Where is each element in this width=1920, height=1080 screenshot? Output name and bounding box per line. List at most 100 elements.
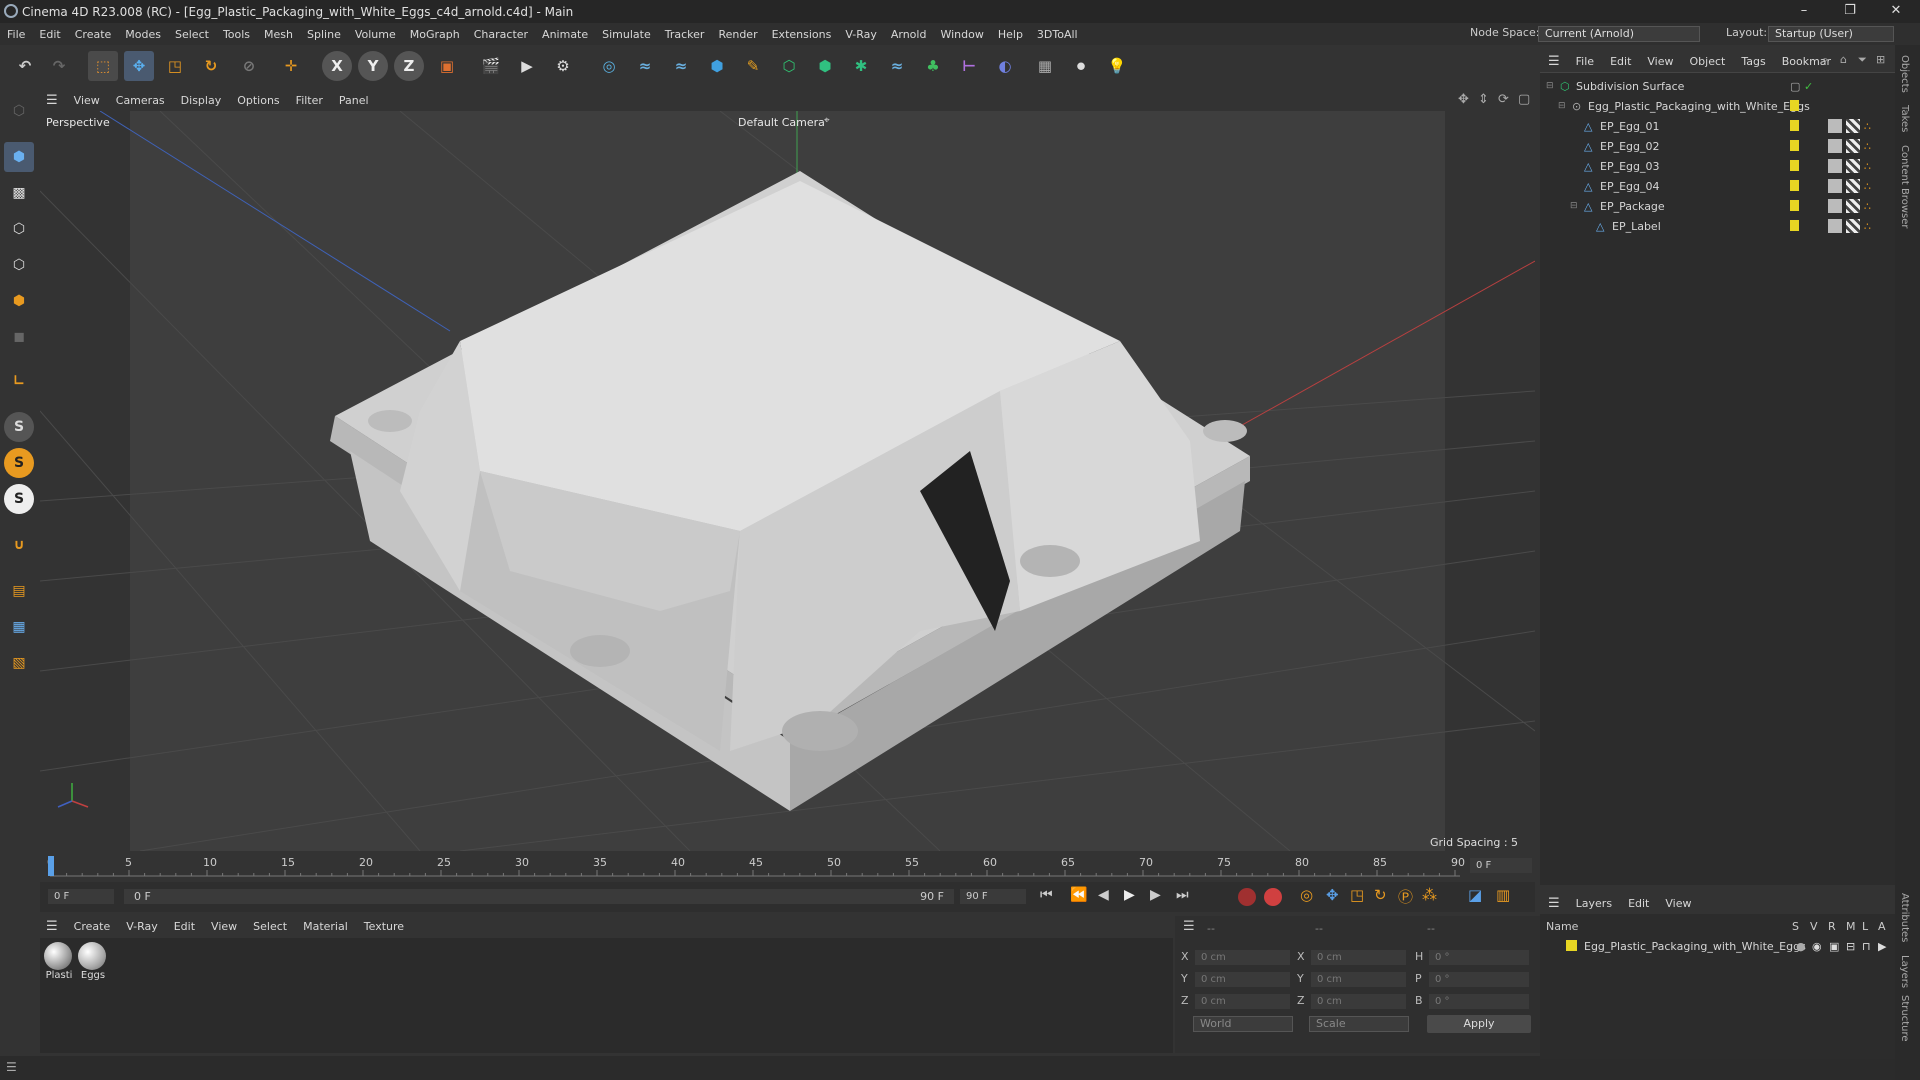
render-view-icon[interactable]: 🎬 [476, 51, 506, 81]
undo-icon[interactable]: ↶ [10, 51, 40, 81]
menu-render[interactable]: Render [711, 28, 764, 41]
home-icon[interactable]: ⌂ [1840, 53, 1847, 66]
cube-icon[interactable]: ⬢ [702, 51, 732, 81]
previous-frame-icon[interactable]: ◀ [1098, 887, 1109, 903]
layer-menu-edit[interactable]: Edit [1620, 897, 1657, 910]
menu-vray[interactable]: V-Ray [838, 28, 884, 41]
soft-selection-icon[interactable]: S [4, 484, 34, 514]
material-hamburger-icon[interactable]: ☰ [38, 919, 66, 934]
extrude-icon[interactable]: ⬢ [810, 51, 840, 81]
render-picture-viewer-icon[interactable]: ▶ [512, 51, 542, 81]
material-tag-icon[interactable] [1828, 119, 1842, 133]
layer-manager-icon[interactable]: ⊟ [1846, 940, 1855, 953]
restore-icon[interactable]: ❐ [1828, 0, 1872, 23]
python-icon[interactable]: ≈ [630, 51, 660, 81]
workplane-icon[interactable]: ▤ [4, 576, 34, 606]
live-selection-icon[interactable]: ⬚ [88, 51, 118, 81]
magnet-icon[interactable]: ∪ [4, 530, 34, 560]
phong-tag-icon[interactable]: ∴ [1864, 120, 1871, 133]
z-axis-toggle[interactable]: Z [394, 51, 424, 81]
floor-icon[interactable]: ▦ [1030, 51, 1060, 81]
axis-mode-icon[interactable]: ∟ [4, 366, 34, 396]
layer-animation-icon[interactable]: ▶ [1878, 940, 1886, 953]
coord-mode-dropdown[interactable]: World [1193, 1016, 1293, 1032]
object-menu-view[interactable]: View [1639, 55, 1681, 68]
uvw-tag-icon[interactable] [1846, 139, 1860, 153]
pos-z-field[interactable]: 0 cm [1195, 994, 1290, 1009]
material-swatch-plastic[interactable]: Plasti [44, 942, 74, 984]
menu-select[interactable]: Select [168, 28, 216, 41]
locked-workplane-icon[interactable]: ▧ [4, 648, 34, 678]
expand-icon[interactable]: ⊟ [1546, 81, 1554, 91]
apply-button[interactable]: Apply [1427, 1015, 1531, 1033]
light-icon[interactable]: 💡 [1102, 51, 1132, 81]
key-pla-icon[interactable]: ⁂ [1422, 886, 1437, 904]
layer-hamburger-icon[interactable]: ☰ [1540, 896, 1568, 911]
menu-file[interactable]: File [0, 28, 32, 41]
layout-dropdown[interactable]: Startup (User) [1768, 26, 1894, 42]
start-frame-field[interactable]: 0 F [48, 889, 114, 904]
object-row[interactable]: △ EP_Egg_04 ∴ [1540, 176, 1895, 196]
timeline-layout-icon[interactable]: ▥ [1496, 886, 1510, 904]
menu-create[interactable]: Create [68, 28, 119, 41]
key-parameter-icon[interactable]: Ⓟ [1398, 886, 1413, 907]
object-menu-tags[interactable]: Tags [1733, 55, 1773, 68]
pos-x-field[interactable]: 0 cm [1195, 950, 1290, 965]
search-icon[interactable]: ⌕ [1822, 53, 1828, 67]
camera-target-icon[interactable]: ⌖ [824, 115, 830, 126]
mograph-icon[interactable]: ♣ [918, 51, 948, 81]
menu-tools[interactable]: Tools [216, 28, 257, 41]
go-to-start-icon[interactable]: ⏮ [1040, 887, 1053, 903]
autokey-icon[interactable] [1264, 888, 1282, 906]
model-mode-icon[interactable]: ⬢ [4, 142, 34, 172]
menu-3dtoall[interactable]: 3DToAll [1030, 28, 1085, 41]
menu-extensions[interactable]: Extensions [765, 28, 839, 41]
menu-tracker[interactable]: Tracker [658, 28, 712, 41]
phong-tag-icon[interactable]: ∴ [1864, 200, 1871, 213]
size-z-field[interactable]: 0 cm [1311, 994, 1406, 1009]
camera-label[interactable]: Default Camera [738, 116, 825, 129]
recent-tool-icon[interactable]: ⊘ [234, 51, 264, 81]
python-icon-3[interactable]: ≈ [882, 51, 912, 81]
object-menu-edit[interactable]: Edit [1602, 55, 1639, 68]
rotate-tool-icon[interactable]: ↻ [196, 51, 226, 81]
layer-row[interactable]: Egg_Plastic_Packaging_with_White_Eggs ● … [1540, 936, 1895, 956]
play-icon[interactable]: ▶ [1124, 887, 1135, 903]
subdivision-icon[interactable]: ⬡ [774, 51, 804, 81]
material-tag-icon[interactable] [1828, 139, 1842, 153]
object-menu-object[interactable]: Object [1682, 55, 1734, 68]
status-menu-icon[interactable]: ☰ [6, 1060, 17, 1074]
menu-character[interactable]: Character [467, 28, 535, 41]
python-icon-2[interactable]: ≈ [666, 51, 696, 81]
tab-structure[interactable]: Structure [1899, 995, 1910, 1042]
viewport-zoom-icon[interactable]: ⇕ [1478, 92, 1489, 107]
coordinate-system-icon[interactable]: ✛ [276, 51, 306, 81]
menu-volume[interactable]: Volume [348, 28, 403, 41]
viewport-hamburger-icon[interactable]: ☰ [38, 93, 66, 108]
previous-key-icon[interactable]: ⏪ [1070, 887, 1087, 903]
viewport-maximize-icon[interactable]: ▢ [1518, 92, 1530, 107]
menu-modes[interactable]: Modes [118, 28, 168, 41]
tab-takes[interactable]: Takes [1899, 105, 1910, 132]
material-menu-create[interactable]: Create [66, 920, 119, 933]
snap-settings-icon[interactable]: S [4, 448, 34, 478]
arnold-icon[interactable]: ◎ [594, 51, 624, 81]
material-menu-view[interactable]: View [203, 920, 245, 933]
phong-tag-icon[interactable]: ∴ [1864, 220, 1871, 233]
viewport-menu-view[interactable]: View [66, 94, 108, 107]
make-editable-icon[interactable]: ⬡ [4, 96, 34, 126]
material-menu-vray[interactable]: V-Ray [118, 920, 166, 933]
object-hamburger-icon[interactable]: ☰ [1540, 54, 1568, 69]
material-menu-select[interactable]: Select [245, 920, 295, 933]
object-row[interactable]: △ EP_Egg_03 ∴ [1540, 156, 1895, 176]
filter-icon[interactable]: ⏷ [1858, 53, 1867, 67]
viewport-menu-filter[interactable]: Filter [288, 94, 331, 107]
viewport-menu-options[interactable]: Options [229, 94, 287, 107]
tab-layers[interactable]: Layers [1899, 955, 1910, 988]
viewport-rotate-icon[interactable]: ⟳ [1498, 92, 1509, 107]
texture-mode-icon[interactable]: ▩ [4, 178, 34, 208]
current-frame-field[interactable]: 0 F [1470, 858, 1532, 873]
world-coordinates-icon[interactable]: ▣ [432, 51, 462, 81]
material-tag-icon[interactable] [1828, 159, 1842, 173]
uvw-tag-icon[interactable] [1846, 119, 1860, 133]
